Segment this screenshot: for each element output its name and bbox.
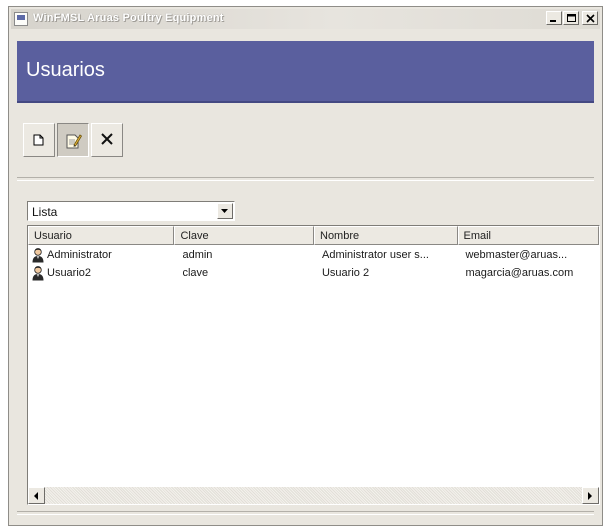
column-header-nombre[interactable]: Nombre [314,226,458,245]
delete-button[interactable] [91,123,123,157]
edit-button[interactable] [57,123,89,157]
new-document-icon [33,134,44,146]
maximize-icon [567,14,576,22]
view-select[interactable]: Lista [27,201,235,221]
user-icon [32,248,44,263]
arrow-left-icon [34,492,38,500]
caption-buttons [546,11,598,25]
delete-x-icon [101,133,113,145]
list-rows: Administrator admin Administrator user s… [28,246,599,282]
cell-email: webmaster@aruas... [465,249,568,261]
scroll-left-button[interactable] [28,487,45,504]
users-list[interactable]: Usuario Clave Nombre Email Administrator… [27,225,600,505]
user-icon [32,266,44,281]
list-row[interactable]: Administrator admin Administrator user s… [28,246,599,264]
minimize-icon [550,20,556,22]
title-bar[interactable]: WinFMSL Aruas Poultry Equipment [11,9,600,29]
cell-clave: admin [182,249,213,261]
cell-clave: clave [182,267,209,279]
window-title: WinFMSL Aruas Poultry Equipment [33,12,224,24]
header-banner: Usuarios [17,41,594,103]
main-window: WinFMSL Aruas Poultry Equipment Usuarios… [8,6,603,526]
bottom-separator [17,511,594,515]
list-header: Usuario Clave Nombre Email [28,226,599,245]
toolbar-separator [17,177,594,181]
toolbar [23,123,123,157]
user-name: Usuario2 [47,267,92,279]
list-row[interactable]: Usuario2 clave Usuario 2 magarcia@aruas.… [28,264,599,282]
cell-usuario: Usuario2 [28,264,174,282]
scroll-track[interactable] [45,487,582,504]
cell-nombre: Usuario 2 [321,267,370,279]
chevron-down-icon [221,209,228,213]
edit-document-icon [66,134,82,149]
column-header-email[interactable]: Email [457,226,599,245]
cell-nombre: Administrator user s... [321,249,429,261]
close-button[interactable] [582,11,598,25]
view-select-value: Lista [32,205,58,219]
user-name: Administrator [47,249,112,261]
cell-usuario: Administrator [28,246,174,264]
view-select-dropdown-button[interactable] [217,203,233,219]
cell-email: magarcia@aruas.com [465,267,574,279]
page-title: Usuarios [26,59,105,81]
new-button[interactable] [23,123,55,157]
scroll-right-button[interactable] [582,487,599,504]
close-icon [586,14,595,23]
horizontal-scrollbar[interactable] [28,487,599,504]
app-icon[interactable] [14,12,28,26]
column-header-clave[interactable]: Clave [174,226,314,245]
arrow-right-icon [588,492,592,500]
minimize-button[interactable] [546,11,562,25]
column-header-usuario[interactable]: Usuario [28,226,175,245]
maximize-button[interactable] [563,11,579,25]
